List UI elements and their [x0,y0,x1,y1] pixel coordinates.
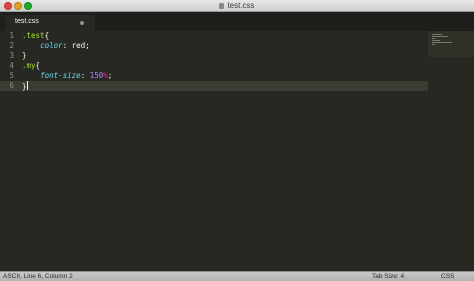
css-property: color [40,41,63,50]
close-brace: } [22,51,27,60]
tab-size-selector[interactable]: Tab Size: 4 [372,272,404,281]
syntax-selector[interactable]: CSS [441,272,454,281]
open-brace: { [35,61,41,70]
minimap-line [432,42,452,43]
line-number: 4 [9,61,14,70]
minimap-line [432,38,435,39]
text-cursor [26,81,28,90]
tab-label: test.css [15,18,39,25]
tab-close-dot-icon[interactable] [80,21,84,25]
tab-bar: test.css [0,12,474,31]
minimap-line [432,34,442,35]
semicolon: ; [107,71,113,80]
minimap-line [432,36,448,37]
semicolon: ; [85,41,90,50]
code-line-1: .test{ [22,31,49,41]
code-line-4: .my{ [22,61,40,71]
code-line-3: } [22,51,27,61]
css-selector: .test [22,31,45,40]
line-number: 3 [9,51,14,60]
window-title: test.css [0,0,474,12]
code-line-2: color: red; [22,41,90,51]
active-line-highlight [0,81,428,91]
status-bar: ASCII, Line 6, Column 2 Tab Size: 4 CSS [0,271,474,281]
cursor-position-status: ASCII, Line 6, Column 2 [3,273,73,280]
colon: : [80,71,90,80]
code-line-5: font-size: 150%; [22,71,112,81]
line-number: 1 [9,31,14,40]
editor-pane[interactable]: 1 2 3 4 5 6 .test{ color: red; } .my{ fo… [0,31,474,271]
line-number: 2 [9,41,14,50]
document-icon [219,3,225,9]
window-title-text: test.css [227,1,255,10]
css-property: font-size [40,71,81,80]
css-number: 150 [89,71,104,80]
colon: : [62,41,72,50]
css-selector: .my [22,61,36,70]
tab-test-css[interactable]: test.css [5,15,95,31]
title-bar: test.css [0,0,474,12]
css-value: red [71,41,86,50]
minimap-line [432,44,435,45]
open-brace: { [44,31,50,40]
line-number-gutter: 1 2 3 4 5 6 [0,31,20,271]
minimap-line [432,40,440,41]
minimap[interactable] [428,31,474,57]
code-line-6: } [22,81,28,91]
line-number: 5 [9,71,14,80]
line-number: 6 [9,81,14,90]
